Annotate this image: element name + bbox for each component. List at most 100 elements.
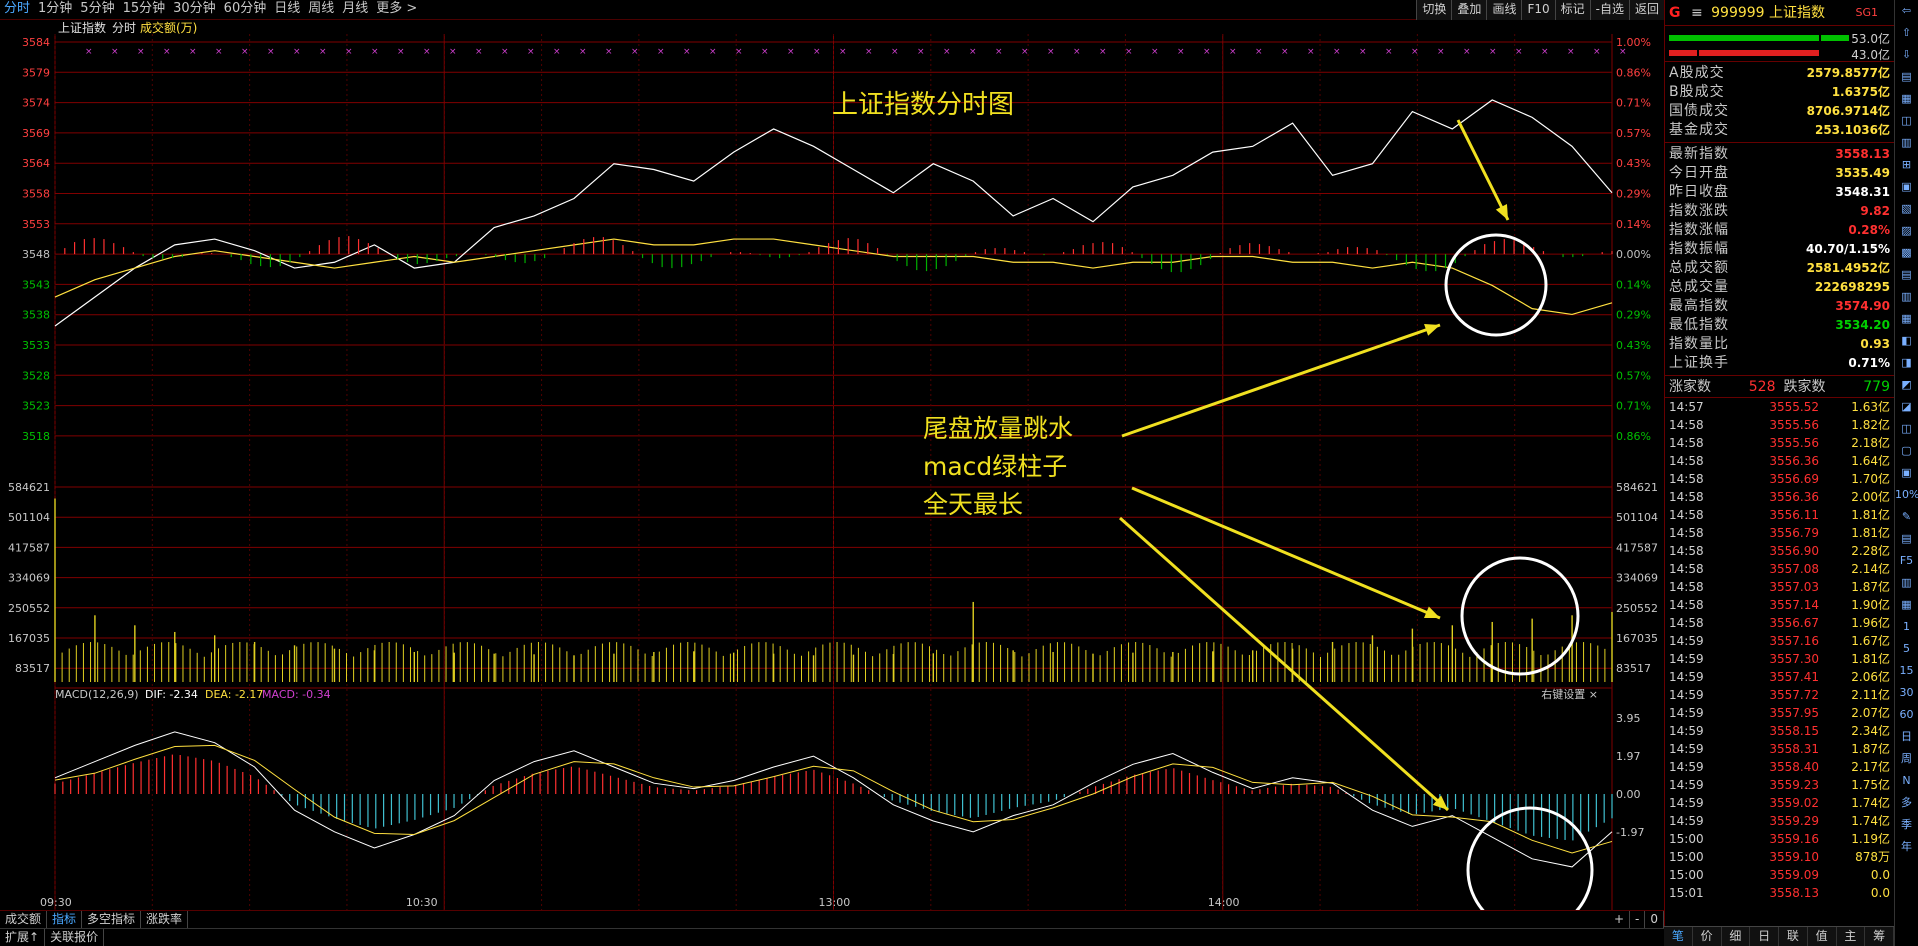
tick-time: 15:01 [1669, 886, 1704, 900]
back-button[interactable]: 返回 [1628, 0, 1664, 20]
volume-tick-label-right: 584621 [1616, 481, 1658, 494]
tick-amount: 0.0 [1870, 868, 1890, 882]
toolbar-icon[interactable]: 60 [1895, 704, 1918, 726]
menu-icon[interactable]: ≡ [1691, 5, 1703, 21]
price-tick-label: 3528 [22, 369, 50, 382]
toolbar-icon[interactable]: ⊞ [1895, 154, 1918, 176]
tab-30min[interactable]: 30分钟 [169, 0, 220, 20]
tab-60min[interactable]: 60分钟 [220, 0, 271, 20]
toolbar-icon[interactable]: 季 [1895, 814, 1918, 836]
tab-weekly[interactable]: 周线 [304, 0, 338, 20]
f10-button[interactable]: F10 [1521, 0, 1555, 20]
mark-button[interactable]: 标记 [1554, 0, 1590, 20]
tab-more[interactable]: 更多 > [372, 0, 421, 20]
tab-price[interactable]: 价 [1693, 927, 1722, 946]
tick-amount: 2.34亿 [1851, 724, 1890, 738]
zoom-out-button[interactable]: - [1630, 911, 1646, 928]
tick-row: 14:59 3557.16 1.67亿 [1665, 632, 1894, 650]
signal-marker: × [1255, 47, 1263, 57]
toolbar-icon[interactable]: ▤ [1895, 528, 1918, 550]
toolbar-icon[interactable]: ◫ [1895, 110, 1918, 132]
toolbar-icon[interactable]: ▨ [1895, 220, 1918, 242]
tick-time: 14:59 [1669, 742, 1704, 756]
signal-marker: × [579, 47, 587, 57]
toolbar-icon[interactable]: ▩ [1895, 242, 1918, 264]
volume-tick-label-right: 83517 [1616, 662, 1651, 675]
toolbar-icon[interactable]: 多 [1895, 792, 1918, 814]
toolbar-icon[interactable]: ▣ [1895, 462, 1918, 484]
tab-value[interactable]: 值 [1808, 927, 1837, 946]
switch-button[interactable]: 切换 [1416, 0, 1452, 20]
zoom-in-button[interactable]: + [1609, 911, 1631, 928]
toolbar-icon[interactable]: ▥ [1895, 572, 1918, 594]
overlay-button[interactable]: 叠加 [1451, 0, 1487, 20]
toolbar-icon[interactable]: ◪ [1895, 396, 1918, 418]
toolbar-icon[interactable]: ▥ [1895, 132, 1918, 154]
toolbar-icon[interactable]: ▤ [1895, 264, 1918, 286]
remove-watchlist-button[interactable]: -自选 [1589, 0, 1629, 20]
tick-amount: 1.81亿 [1851, 508, 1890, 522]
toolbar-icon[interactable]: ▥ [1895, 286, 1918, 308]
draw-button[interactable]: 画线 [1486, 0, 1522, 20]
toolbar-icon[interactable]: N [1895, 770, 1918, 792]
macd-legend-dea: DEA: -2.17 [205, 688, 263, 701]
tick-price: 3557.95 [1769, 706, 1819, 720]
pct-tick-label: 0.14% [1616, 218, 1651, 231]
toolbar-icon[interactable]: ✎ [1895, 506, 1918, 528]
tab-trades[interactable]: 笔 [1664, 927, 1693, 946]
toolbar-icon[interactable]: ▦ [1895, 594, 1918, 616]
tab-long-short[interactable]: 多空指标 [82, 911, 142, 928]
toolbar-icon[interactable]: ▧ [1895, 198, 1918, 220]
toolbar-icon[interactable]: ◨ [1895, 352, 1918, 374]
related-quotes-button[interactable]: 关联报价 [45, 929, 105, 946]
toolbar-icon[interactable]: ◩ [1895, 374, 1918, 396]
pct-tick-label: 0.86% [1616, 430, 1651, 443]
zoom-reset-button[interactable]: 0 [1645, 911, 1664, 928]
toolbar-icon[interactable]: 日 [1895, 726, 1918, 748]
toolbar-icon[interactable]: ▣ [1895, 176, 1918, 198]
intraday-chart[interactable]: 3584 1.00% 3579 0.86% 3574 0.71% 3569 0.57% 3564… [0, 20, 1664, 934]
toolbar-icon[interactable]: 10% [1895, 484, 1918, 506]
toolbar-icon[interactable]: ⇩ [1895, 44, 1918, 66]
toolbar-icon[interactable]: F5 [1895, 550, 1918, 572]
stat-value: 0.71% [1848, 356, 1890, 370]
toolbar-icon[interactable]: 年 [1895, 836, 1918, 858]
tab-monthly[interactable]: 月线 [338, 0, 372, 20]
tick-row: 15:00 3559.16 1.19亿 [1665, 830, 1894, 848]
toolbar-icon[interactable]: ▦ [1895, 88, 1918, 110]
tab-daily[interactable]: 日线 [270, 0, 304, 20]
tab-15min[interactable]: 15分钟 [119, 0, 170, 20]
toolbar-icon[interactable]: 周 [1895, 748, 1918, 770]
toolbar-icon[interactable]: ◧ [1895, 330, 1918, 352]
tab-detail[interactable]: 细 [1722, 927, 1751, 946]
toolbar-icon[interactable]: ⇧ [1895, 22, 1918, 44]
tab-intraday[interactable]: 分时 [0, 0, 34, 20]
tick-row: 14:58 3556.36 1.64亿 [1665, 452, 1894, 470]
toolbar-icon[interactable]: ◫ [1895, 418, 1918, 440]
toolbar-icon[interactable]: ▦ [1895, 308, 1918, 330]
toolbar-icon[interactable]: 1 [1895, 616, 1918, 638]
turnover-value: 1.6375亿 [1831, 85, 1890, 99]
tab-5min[interactable]: 5分钟 [76, 0, 118, 20]
tab-turnover[interactable]: 成交额 [0, 911, 48, 928]
chart-canvas[interactable]: 3584 1.00%3579 0.86%3574 0.71%3569 0.57%3564… [0, 20, 1664, 934]
stat-value: 3535.49 [1835, 166, 1890, 180]
tab-indicator[interactable]: 指标 [47, 911, 83, 928]
toolbar-icon[interactable]: ▢ [1895, 440, 1918, 462]
toolbar-icon[interactable]: ⇦ [1895, 0, 1918, 22]
toolbar-icon[interactable]: 15 [1895, 660, 1918, 682]
tab-link[interactable]: 联 [1779, 927, 1808, 946]
toolbar-icon[interactable]: 30 [1895, 682, 1918, 704]
tab-main[interactable]: 主 [1837, 927, 1866, 946]
tab-chips[interactable]: 筹 [1865, 927, 1894, 946]
tick-time: 14:59 [1669, 706, 1704, 720]
expand-button[interactable]: 扩展↑ [0, 929, 46, 946]
toolbar-icon[interactable]: 5 [1895, 638, 1918, 660]
toolbar-icon[interactable]: ▤ [1895, 66, 1918, 88]
tab-adv-decline[interactable]: 涨跌率 [141, 911, 189, 928]
tab-day[interactable]: 日 [1750, 927, 1779, 946]
turnover-section: A股成交 2579.8577亿 B股成交 1.6375亿 国债成交 8706.9714亿基… [1665, 62, 1894, 143]
stat-value: 9.82 [1860, 204, 1890, 218]
tab-1min[interactable]: 1分钟 [34, 0, 76, 20]
tick-list[interactable]: 14:57 3555.52 1.63亿 14:58 3555.56 1.82亿 14:58 3… [1665, 398, 1894, 902]
